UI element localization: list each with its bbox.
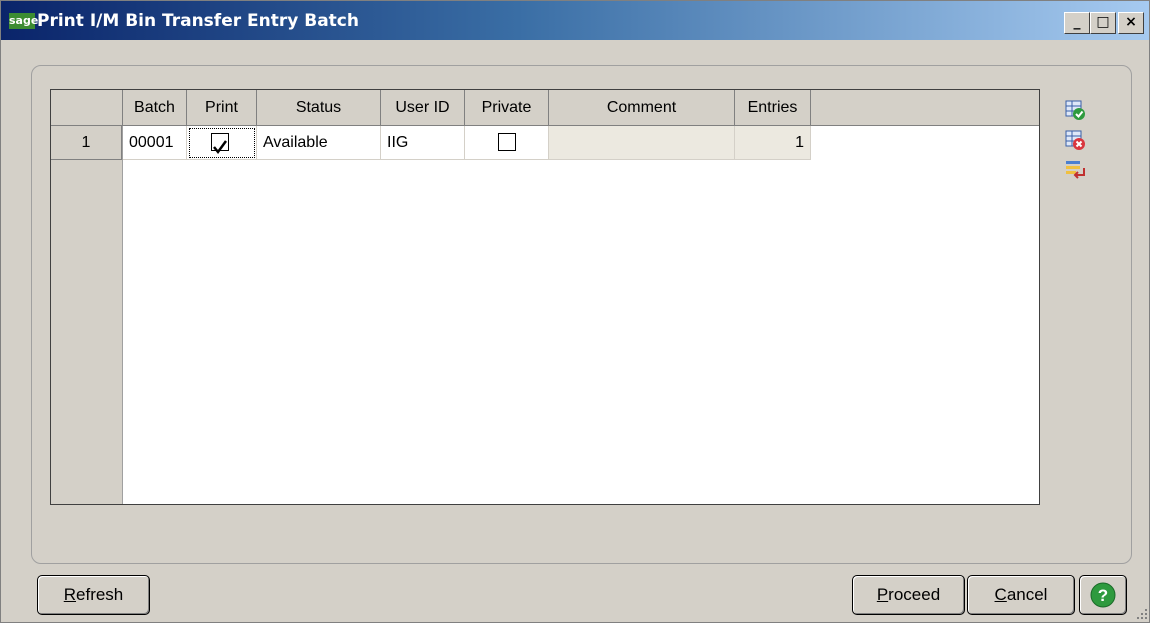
help-icon: ? — [1090, 582, 1116, 608]
column-header-status[interactable]: Status — [257, 90, 381, 126]
column-header-comment[interactable]: Comment — [549, 90, 735, 126]
cell-print[interactable] — [187, 126, 257, 160]
proceed-button[interactable]: Proceed — [852, 575, 965, 615]
column-header-print[interactable]: Print — [187, 90, 257, 126]
print-batch-window: sage Print I/M Bin Transfer Entry Batch … — [0, 0, 1150, 623]
window-title: Print I/M Bin Transfer Entry Batch — [37, 11, 359, 31]
cell-comment[interactable] — [549, 126, 735, 160]
resize-grip-icon[interactable] — [1134, 606, 1148, 620]
column-header-user-id[interactable]: User ID — [381, 90, 465, 126]
cancel-button[interactable]: Cancel — [967, 575, 1075, 615]
title-bar: sage Print I/M Bin Transfer Entry Batch … — [1, 1, 1149, 40]
select-all-icon[interactable] — [1064, 99, 1086, 121]
minimize-button[interactable]: _ — [1064, 12, 1090, 34]
reverse-selection-icon[interactable] — [1064, 158, 1086, 180]
column-header-batch[interactable]: Batch — [123, 90, 187, 126]
svg-text:?: ? — [1098, 586, 1108, 605]
cell-user-id[interactable]: IIG — [381, 126, 465, 160]
close-button[interactable]: × — [1118, 12, 1144, 34]
close-icon: × — [1125, 14, 1137, 30]
minimize-icon: _ — [1073, 14, 1081, 30]
cell-private[interactable] — [465, 126, 549, 160]
column-header-entries[interactable]: Entries — [735, 90, 811, 126]
cell-entries[interactable]: 1 — [735, 126, 811, 160]
sage-logo: sage — [9, 13, 39, 29]
maximize-icon: □ — [1096, 14, 1110, 30]
batch-grid[interactable]: Batch Print Status User ID Private Comme… — [50, 89, 1040, 505]
cell-batch[interactable]: 00001 — [123, 126, 187, 160]
maximize-button[interactable]: □ — [1090, 12, 1116, 34]
refresh-button[interactable]: Refresh — [37, 575, 150, 615]
help-button[interactable]: ? — [1079, 575, 1127, 615]
column-header-private[interactable]: Private — [465, 90, 549, 126]
checkmark-icon — [213, 140, 228, 155]
print-checkbox[interactable] — [211, 133, 229, 155]
grid-corner — [51, 90, 123, 126]
cell-status[interactable]: Available — [257, 126, 381, 160]
private-checkbox[interactable] — [498, 133, 516, 151]
clear-all-icon[interactable] — [1064, 129, 1086, 151]
row-number[interactable]: 1 — [51, 126, 122, 160]
column-header-filler — [811, 90, 1039, 126]
